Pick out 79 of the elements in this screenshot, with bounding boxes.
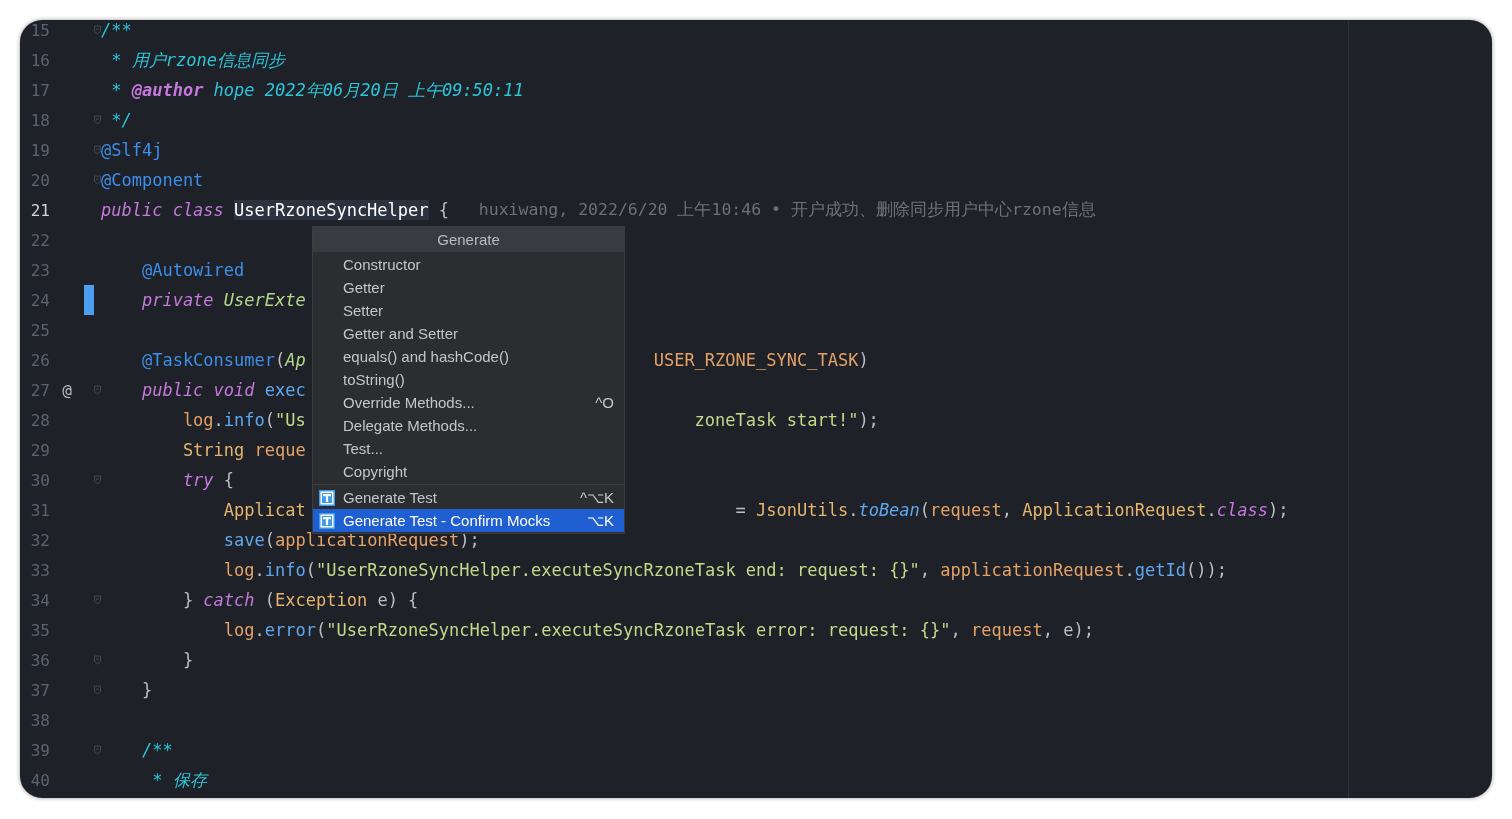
fold-icon[interactable]: [94, 115, 101, 125]
line-number: 28: [29, 410, 50, 430]
code-line: * 用户rzone信息同步: [111, 49, 285, 70]
line-number: 35: [29, 620, 50, 640]
code-line: zoneTask start!");: [694, 410, 879, 430]
code-line: public void exec: [141, 380, 306, 400]
fold-icon[interactable]: [94, 745, 101, 755]
menu-item[interactable]: Override Methods... ^O: [313, 391, 624, 414]
code-line: @TaskConsumer(Ap: [141, 350, 306, 370]
code-line: /**: [101, 20, 132, 40]
line-number: 23: [29, 260, 50, 280]
menu-item[interactable]: Constructor: [313, 253, 624, 276]
line-number: 15: [29, 20, 50, 40]
menu-item[interactable]: Copyright: [313, 460, 624, 483]
code-line: private UserExte: [141, 290, 306, 310]
line-number: 31: [29, 500, 50, 520]
line-number: 22: [29, 230, 50, 250]
menu-item[interactable]: Getter and Setter: [313, 322, 624, 345]
menu-item[interactable]: equals() and hashCode(): [313, 345, 624, 368]
line-number: 16: [29, 50, 50, 70]
test-plugin-icon: [319, 489, 335, 506]
test-plugin-icon: [319, 512, 335, 529]
menu-item[interactable]: Generate Test - Confirm Mocks ⌥K: [313, 509, 624, 532]
line-number: 30: [29, 470, 50, 490]
line-number: 40: [29, 770, 50, 790]
code-line: @Slf4j: [101, 140, 163, 160]
code-line: }: [182, 650, 194, 670]
line-number: 27: [29, 380, 50, 400]
menu-item[interactable]: Delegate Methods...: [313, 414, 624, 437]
code-line: log.error("UserRzoneSyncHelper.executeSyncRzoneTask error: request: {}", request, e);: [223, 620, 1094, 640]
fold-icon[interactable]: [94, 595, 101, 605]
code-line: */: [111, 110, 132, 130]
line-number: 25: [29, 320, 50, 340]
line-number: 19: [29, 140, 50, 160]
line-number: 26: [29, 350, 50, 370]
menu-item[interactable]: Getter: [313, 276, 624, 299]
fold-icon[interactable]: [94, 655, 101, 665]
line-number: 29: [29, 440, 50, 460]
line-number: 18: [29, 110, 50, 130]
code-line: * 保存: [152, 769, 207, 790]
override-marker-icon[interactable]: @: [62, 380, 72, 400]
line-number: 24: [29, 290, 50, 310]
menu-title: Generate: [313, 227, 624, 252]
menu-item[interactable]: Test...: [313, 437, 624, 460]
code-line: log.info("UserRzoneSyncHelper.executeSyncRzoneTask end: request: {}", applicationRequest.getId());: [223, 560, 1227, 580]
menu-item[interactable]: toString(): [313, 368, 624, 391]
code-line: }: [141, 680, 153, 700]
line-number: 39: [29, 740, 50, 760]
code-line: public class UserRzoneSyncHelper {: [101, 200, 449, 220]
menu-item[interactable]: Setter: [313, 299, 624, 322]
code-line: try {: [182, 470, 235, 490]
code-line: String reque: [182, 440, 306, 460]
change-marker[interactable]: [84, 285, 94, 315]
fold-icon[interactable]: [94, 175, 101, 185]
code-line: * @author hope 2022年06月20日 上午09:50:11: [111, 79, 524, 100]
line-number: 34: [29, 590, 50, 610]
code-line: @Autowired: [141, 260, 245, 280]
fold-icon[interactable]: [94, 145, 101, 155]
line-number: 36: [29, 650, 50, 670]
code-line: log.info("Us: [182, 410, 306, 430]
code-line: @Component: [101, 170, 204, 190]
line-number: 21: [29, 200, 50, 220]
line-number: 20: [29, 170, 50, 190]
code-line: } catch (Exception e) {: [182, 590, 419, 610]
line-number: 38: [29, 710, 50, 730]
blame-annotation: huxiwang, 2022/6/20 上午10:46 • 开户成功、删除同步用户中心rzone信息: [478, 199, 1096, 221]
code-line: USER_RZONE_SYNC_TASK): [653, 350, 869, 370]
menu-item[interactable]: Generate Test ^⌥K: [313, 486, 624, 509]
line-number: 17: [29, 80, 50, 100]
code-line: Applicat: [223, 500, 306, 520]
fold-icon[interactable]: [94, 25, 101, 35]
line-number: 32: [29, 530, 50, 550]
line-number: 33: [29, 560, 50, 580]
code-line: = JsonUtils.toBean(request, ApplicationRequest.class);: [735, 500, 1289, 520]
code-line: /**: [141, 740, 173, 760]
line-number: 37: [29, 680, 50, 700]
fold-icon[interactable]: [94, 475, 101, 485]
fold-icon[interactable]: [94, 385, 101, 395]
fold-icon[interactable]: [94, 685, 101, 695]
